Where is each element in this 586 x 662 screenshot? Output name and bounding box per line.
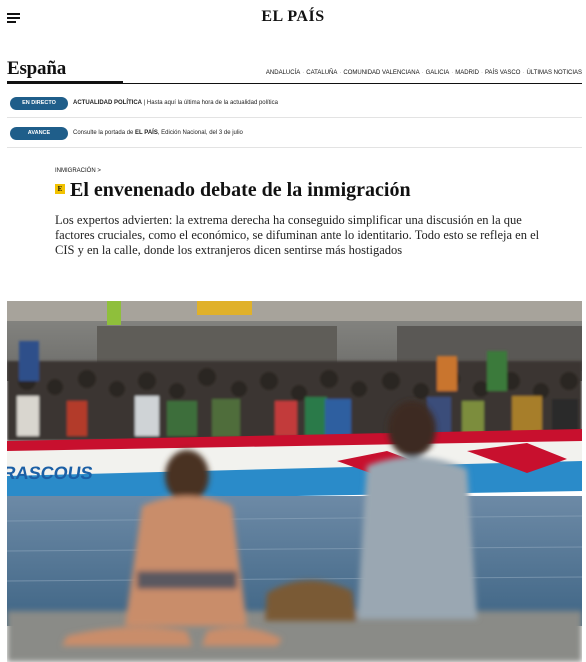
section-title[interactable]: España [7, 58, 66, 80]
article-subtitle: Los expertos advierten: la extrema derec… [55, 213, 540, 257]
live-badge: EN DIRECTO [10, 97, 68, 110]
preview-ribbon-bold: EL PAÍS [135, 130, 158, 136]
subnav-item-andalucia[interactable]: ANDALUCÍA [266, 70, 300, 76]
article-photo: RASCOUS [7, 301, 582, 662]
live-ribbon-text[interactable]: ACTUALIDAD POLÍTICA | Hasta aquí la últi… [73, 100, 278, 106]
live-ribbon-bold: ACTUALIDAD POLÍTICA [73, 100, 142, 106]
subnav-item-comunidad-valenciana[interactable]: COMUNIDAD VALENCIANA [343, 70, 419, 76]
subnav-item-cataluna[interactable]: CATALUÑA [306, 70, 337, 76]
preview-ribbon[interactable]: AVANCE Consulte la portada de EL PAÍS, E… [7, 118, 582, 148]
live-ribbon-desc: | Hasta aquí la última hora de la actual… [142, 100, 278, 106]
live-ribbon[interactable]: EN DIRECTO ACTUALIDAD POLÍTICA | Hasta a… [7, 88, 582, 118]
subnav-item-pais-vasco[interactable]: PAÍS VASCO [485, 70, 520, 76]
top-bar: EL PAÍS [0, 0, 586, 36]
subnav-item-ultimas-noticias[interactable]: ÚLTIMAS NOTICIAS [526, 70, 582, 76]
article-kicker[interactable]: INMIGRACIÓN > [55, 168, 101, 174]
article-headline[interactable]: E El envenenado debate de la inmigración [55, 178, 555, 202]
premium-badge-icon: E [55, 184, 65, 195]
boat-name: RASCOUS [7, 463, 94, 483]
preview-ribbon-text[interactable]: Consulte la portada de EL PAÍS, Edición … [73, 130, 243, 136]
preview-badge: AVANCE [10, 127, 68, 140]
subnav-item-madrid[interactable]: MADRID [455, 70, 479, 76]
section-subnav: ANDALUCÍA · CATALUÑA · COMUNIDAD VALENCIANA ·… [265, 70, 582, 76]
preview-ribbon-after: , Edición Nacional, del 3 de julio [157, 130, 243, 136]
preview-ribbon-before: Consulte la portada de [73, 130, 136, 136]
section-divider [7, 83, 582, 84]
subnav-item-galicia[interactable]: GALICIA [426, 70, 450, 76]
site-logo[interactable]: EL PAÍS [0, 8, 586, 26]
headline-text: El envenenado debate de la inmigración [70, 179, 411, 201]
